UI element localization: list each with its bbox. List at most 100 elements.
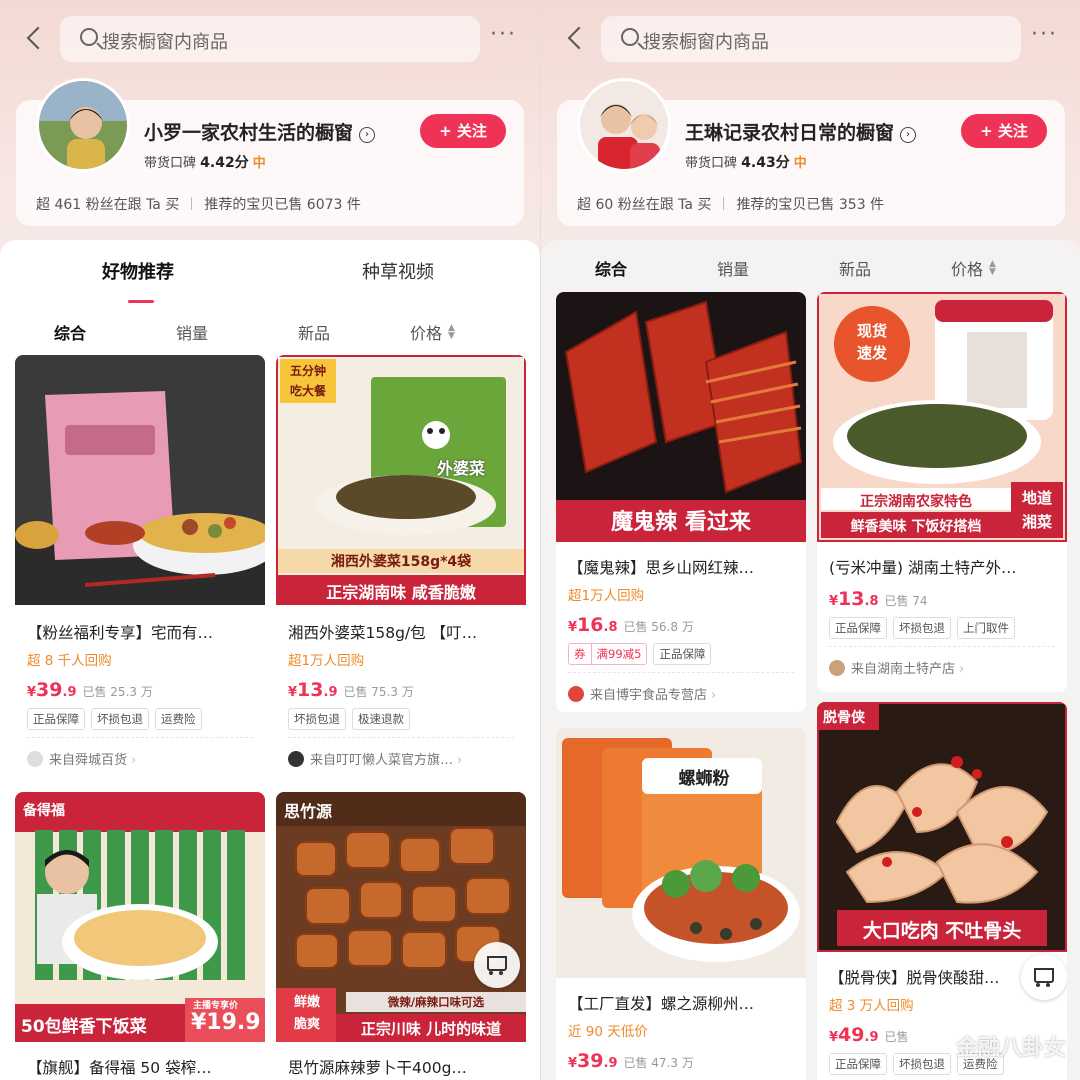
product-image: 魔鬼辣 看过来 <box>556 292 806 542</box>
tab-videos[interactable]: 种草视频 <box>362 258 434 284</box>
sort-bar: 综合 销量 新品 价格 ▲ ▼ <box>541 256 1080 290</box>
shop-rating: 带货口碑 4.43分中 <box>685 155 807 171</box>
product-image: 现货 速发 正宗湖南农家特色 鲜香美味 下饭好搭档 地道 湘菜 <box>817 292 1067 542</box>
sort-new[interactable]: 新品 <box>839 256 871 280</box>
follow-button[interactable]: + 关注 <box>961 114 1047 148</box>
back-arrow-icon[interactable] <box>561 24 591 54</box>
products-panel: 综合 销量 新品 价格 ▲ ▼ 魔鬼辣 看过来 【魔鬼辣】思乡山网红辣… 超1万人回… <box>541 240 1080 1080</box>
image-brand: 备得福 <box>23 803 65 819</box>
image-brand: 脱骨侠 <box>823 710 865 726</box>
image-badge: 现货 速发 <box>856 322 887 362</box>
store-link[interactable]: 来自叮叮懒人菜官方旗… › <box>288 749 462 768</box>
price: ¥49.9 <box>829 1024 879 1046</box>
image-price: ¥19.9 <box>191 1010 261 1035</box>
shop-name[interactable]: 王琳记录农村日常的橱窗 › <box>685 118 917 145</box>
sort-sales[interactable]: 销量 <box>176 320 208 344</box>
price-line: ¥13.9 已售 75.3 万 <box>288 679 414 701</box>
image-banner: 正宗湖南味 咸香脆嫩 <box>326 583 476 602</box>
shop-rating: 带货口碑 4.42分中 <box>144 155 266 171</box>
sort-bar: 综合 销量 新品 价格 ▲ ▼ <box>0 320 540 354</box>
product-card[interactable]: 螺蛳粉 【工厂直发】螺之源柳州… 近 90 天低价 ¥39.9 已售 47.3 万 <box>556 728 806 1080</box>
image-pack-label: 外婆菜 <box>436 459 485 478</box>
store-icon <box>568 686 584 702</box>
price: ¥39.9 <box>27 679 77 701</box>
product-card[interactable]: 【粉丝福利专享】宅而有… 超 8 千人回购 ¥39.9 已售 25.3 万 正品保… <box>15 355 265 785</box>
product-image: 思竹源 鲜嫩 脆爽 微辣/麻辣口味可选 正宗川味 儿时的味道 <box>276 792 526 1042</box>
top-bar: 搜索橱窗内商品 ··· <box>541 14 1080 64</box>
sort-sales[interactable]: 销量 <box>717 256 749 280</box>
product-title: 【粉丝福利专享】宅而有… <box>27 624 214 642</box>
chevron-right-icon: › <box>900 127 917 143</box>
image-banner: 湘西外婆菜158g*4袋 <box>330 554 472 570</box>
product-title: 【旗舰】备得福 50 袋榨… <box>27 1059 212 1077</box>
search-bar[interactable]: 搜索橱窗内商品 <box>60 16 480 62</box>
sort-new[interactable]: 新品 <box>298 320 330 344</box>
service-tags: 券满99减5 正品保障 <box>568 643 717 665</box>
search-placeholder: 搜索橱窗内商品 <box>102 32 228 53</box>
left-shop-pane: 搜索橱窗内商品 ··· 小罗一家农村生活的橱窗 › + 关注 带货口碑 4.42分… <box>0 0 540 1080</box>
product-image <box>15 355 265 605</box>
image-subtitle: 微辣/麻辣口味可选 <box>387 995 485 1009</box>
more-options-icon[interactable]: ··· <box>1031 24 1058 46</box>
avatar[interactable] <box>577 78 671 172</box>
repurchase-info: 超 3 万人回购 <box>829 998 914 1014</box>
watermark: 金融八卦女 <box>955 1036 1066 1061</box>
sold-count: 已售 74 <box>884 594 928 608</box>
store-icon <box>27 751 43 767</box>
search-bar[interactable]: 搜索橱窗内商品 <box>601 16 1021 62</box>
image-banner: 大口吃肉 不吐骨头 <box>862 920 1022 942</box>
sort-arrows-icon: ▲ ▼ <box>989 259 996 277</box>
product-title: 思竹源麻辣萝卜干400g… <box>288 1059 467 1077</box>
service-tags: 正品保障 坏损包退 上门取件 <box>829 617 1021 639</box>
tab-recommended[interactable]: 好物推荐 <box>102 258 174 284</box>
follow-button[interactable]: + 关注 <box>420 114 506 148</box>
product-card[interactable]: 备得福 50包鲜香下饭菜 主播专享价 ¥19.9 【旗舰】备得福 50 袋榨… <box>15 792 265 1080</box>
shop-info-card: 小罗一家农村生活的橱窗 › + 关注 带货口碑 4.42分中 超 461 粉丝在跟… <box>16 78 524 226</box>
image-banner: 正宗湖南农家特色 <box>860 494 972 510</box>
product-image: 螺蛳粉 <box>556 728 806 978</box>
shop-info-card: 王琳记录农村日常的橱窗 › + 关注 带货口碑 4.43分中 超 60 粉丝在跟 … <box>557 78 1065 226</box>
shop-stats: 超 60 粉丝在跟 Ta 买推荐的宝贝已售 353 件 <box>577 197 885 213</box>
shop-stats: 超 461 粉丝在跟 Ta 买推荐的宝贝已售 6073 件 <box>36 197 361 213</box>
sort-price[interactable]: 价格 ▲ ▼ <box>951 256 996 280</box>
price: ¥16.8 <box>568 614 618 636</box>
product-card[interactable]: 魔鬼辣 看过来 【魔鬼辣】思乡山网红辣… 超1万人回购 ¥16.8 已售 56.8… <box>556 292 806 712</box>
store-icon <box>829 660 845 676</box>
price-line: ¥16.8 已售 56.8 万 <box>568 614 694 636</box>
store-link[interactable]: 来自湖南土特产店 › <box>829 658 964 677</box>
product-card[interactable]: 脱骨侠 大口吃肉 不吐骨头 【脱骨侠】脱骨侠酸甜… 超 3 万人回购 ¥49.9… <box>817 702 1067 1080</box>
image-banner: 鲜香美味 下饭好搭档 <box>850 519 982 535</box>
avatar[interactable] <box>36 78 130 172</box>
price-line: ¥13.8 已售 74 <box>829 588 928 610</box>
price-line: ¥39.9 已售 47.3 万 <box>568 1050 694 1072</box>
image-banner: 魔鬼辣 看过来 <box>611 510 751 535</box>
right-shop-pane: 搜索橱窗内商品 ··· 王琳记录农村日常的橱窗 › + 关注 带货口碑 4.43分… <box>540 0 1080 1080</box>
product-card[interactable]: 思竹源 鲜嫩 脆爽 微辣/麻辣口味可选 正宗川味 儿时的味道 思竹源麻辣萝卜干4… <box>276 792 526 1080</box>
image-badge: 鲜嫩 脆爽 <box>293 995 320 1032</box>
search-placeholder: 搜索橱窗内商品 <box>643 32 769 53</box>
image-badge: 五分钟 吃大餐 <box>280 359 336 403</box>
repurchase-info: 超1万人回购 <box>568 588 645 604</box>
sort-price[interactable]: 价格 ▲ ▼ <box>410 320 455 344</box>
image-banner: 正宗川味 儿时的味道 <box>360 1020 502 1038</box>
sort-overall[interactable]: 综合 <box>595 256 627 280</box>
product-image: 备得福 50包鲜香下饭菜 主播专享价 ¥19.9 <box>15 792 265 1042</box>
store-icon <box>288 751 304 767</box>
shop-name[interactable]: 小罗一家农村生活的橱窗 › <box>144 118 376 145</box>
product-title: 【魔鬼辣】思乡山网红辣… <box>568 559 755 577</box>
products-panel: 好物推荐 种草视频 综合 销量 新品 价格 ▲ ▼ 【粉丝福利专享】宅而有… 超… <box>0 240 540 1080</box>
store-link[interactable]: 来自舜城百货 › <box>27 749 136 768</box>
back-arrow-icon[interactable] <box>20 24 50 54</box>
image-pack-label: 螺蛳粉 <box>678 769 730 789</box>
content-tabs: 好物推荐 种草视频 <box>0 258 540 298</box>
more-options-icon[interactable]: ··· <box>490 24 517 46</box>
sort-overall[interactable]: 综合 <box>54 320 86 344</box>
price-line: ¥49.9 已售 <box>829 1024 909 1046</box>
cart-icon[interactable] <box>474 942 520 988</box>
product-card[interactable]: 五分钟 吃大餐 外婆菜 湘西外婆菜158g*4袋 正宗湖南味 咸香脆嫩 湘西外婆… <box>276 355 526 785</box>
cart-icon[interactable] <box>1021 954 1067 1000</box>
store-link[interactable]: 来自博宇食品专营店 › <box>568 684 716 703</box>
active-tab-indicator <box>128 300 154 303</box>
service-tags: 正品保障 坏损包退 运费险 <box>27 708 208 730</box>
product-card[interactable]: 现货 速发 正宗湖南农家特色 鲜香美味 下饭好搭档 地道 湘菜 (亏米冲量) 湖… <box>817 292 1067 692</box>
